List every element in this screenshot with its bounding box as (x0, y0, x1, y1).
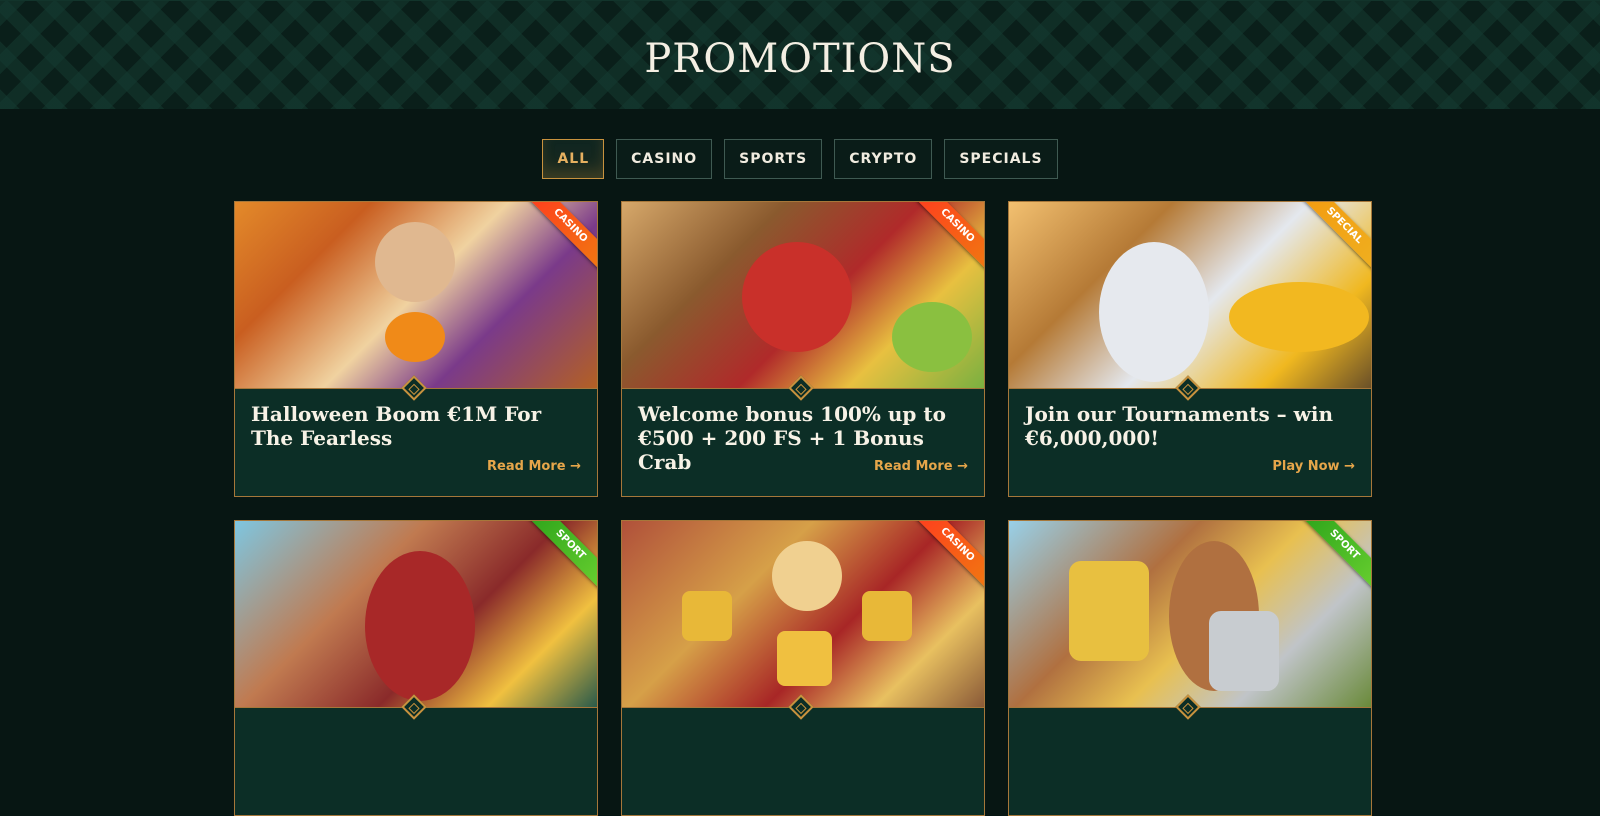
promo-card-halloween[interactable]: CASINO Halloween Boom €1M For The Fearle… (234, 201, 598, 497)
promo-image (1009, 521, 1371, 708)
tab-specials[interactable]: SPECIALS (944, 139, 1058, 179)
tab-casino[interactable]: CASINO (616, 139, 713, 179)
tab-all[interactable]: ALL (542, 139, 605, 179)
cape-shape (1229, 282, 1369, 352)
horse-shape (1099, 242, 1209, 382)
promo-image (1009, 202, 1371, 389)
page-title: PROMOTIONS (644, 36, 956, 82)
filter-tabs: ALL CASINO SPORTS CRYPTO SPECIALS (0, 139, 1600, 179)
pumpkin-shape (385, 312, 445, 362)
coin-cube-shape (862, 591, 912, 641)
coin-cube-shape (682, 591, 732, 641)
promo-image (235, 521, 597, 708)
promo-title: Join our Tournaments – win €6,000,000! (1025, 402, 1333, 450)
bitcoin-icon (777, 631, 832, 686)
trophy-icon (1069, 561, 1149, 661)
bush-shape (892, 302, 972, 372)
play-now-link[interactable]: Play Now → (1272, 459, 1355, 474)
promo-card-welcome[interactable]: CASINO Welcome bonus 100% up to €500 + 2… (621, 201, 985, 497)
tab-sports[interactable]: SPORTS (724, 139, 823, 179)
figure-shape (742, 242, 852, 352)
figure-shape (365, 551, 475, 701)
read-more-link[interactable]: Read More → (874, 459, 968, 474)
promo-card-crypto[interactable]: CASINO (621, 520, 985, 816)
read-more-link[interactable]: Read More → (487, 459, 581, 474)
promo-card-tournaments[interactable]: SPECIAL Join our Tournaments – win €6,00… (1008, 201, 1372, 497)
promo-card-sport-2[interactable]: SPORT (1008, 520, 1372, 816)
promo-image (622, 202, 984, 389)
promotions-grid: CASINO Halloween Boom €1M For The Fearle… (234, 201, 1372, 816)
tab-crypto[interactable]: CRYPTO (834, 139, 933, 179)
promo-title: Halloween Boom €1M For The Fearless (251, 402, 542, 450)
figure-shape (375, 222, 455, 302)
promo-image (622, 521, 984, 708)
trophy-icon (1209, 611, 1279, 691)
figure-shape (772, 541, 842, 611)
promo-image (235, 202, 597, 389)
promo-card-sport-1[interactable]: SPORT (234, 520, 598, 816)
